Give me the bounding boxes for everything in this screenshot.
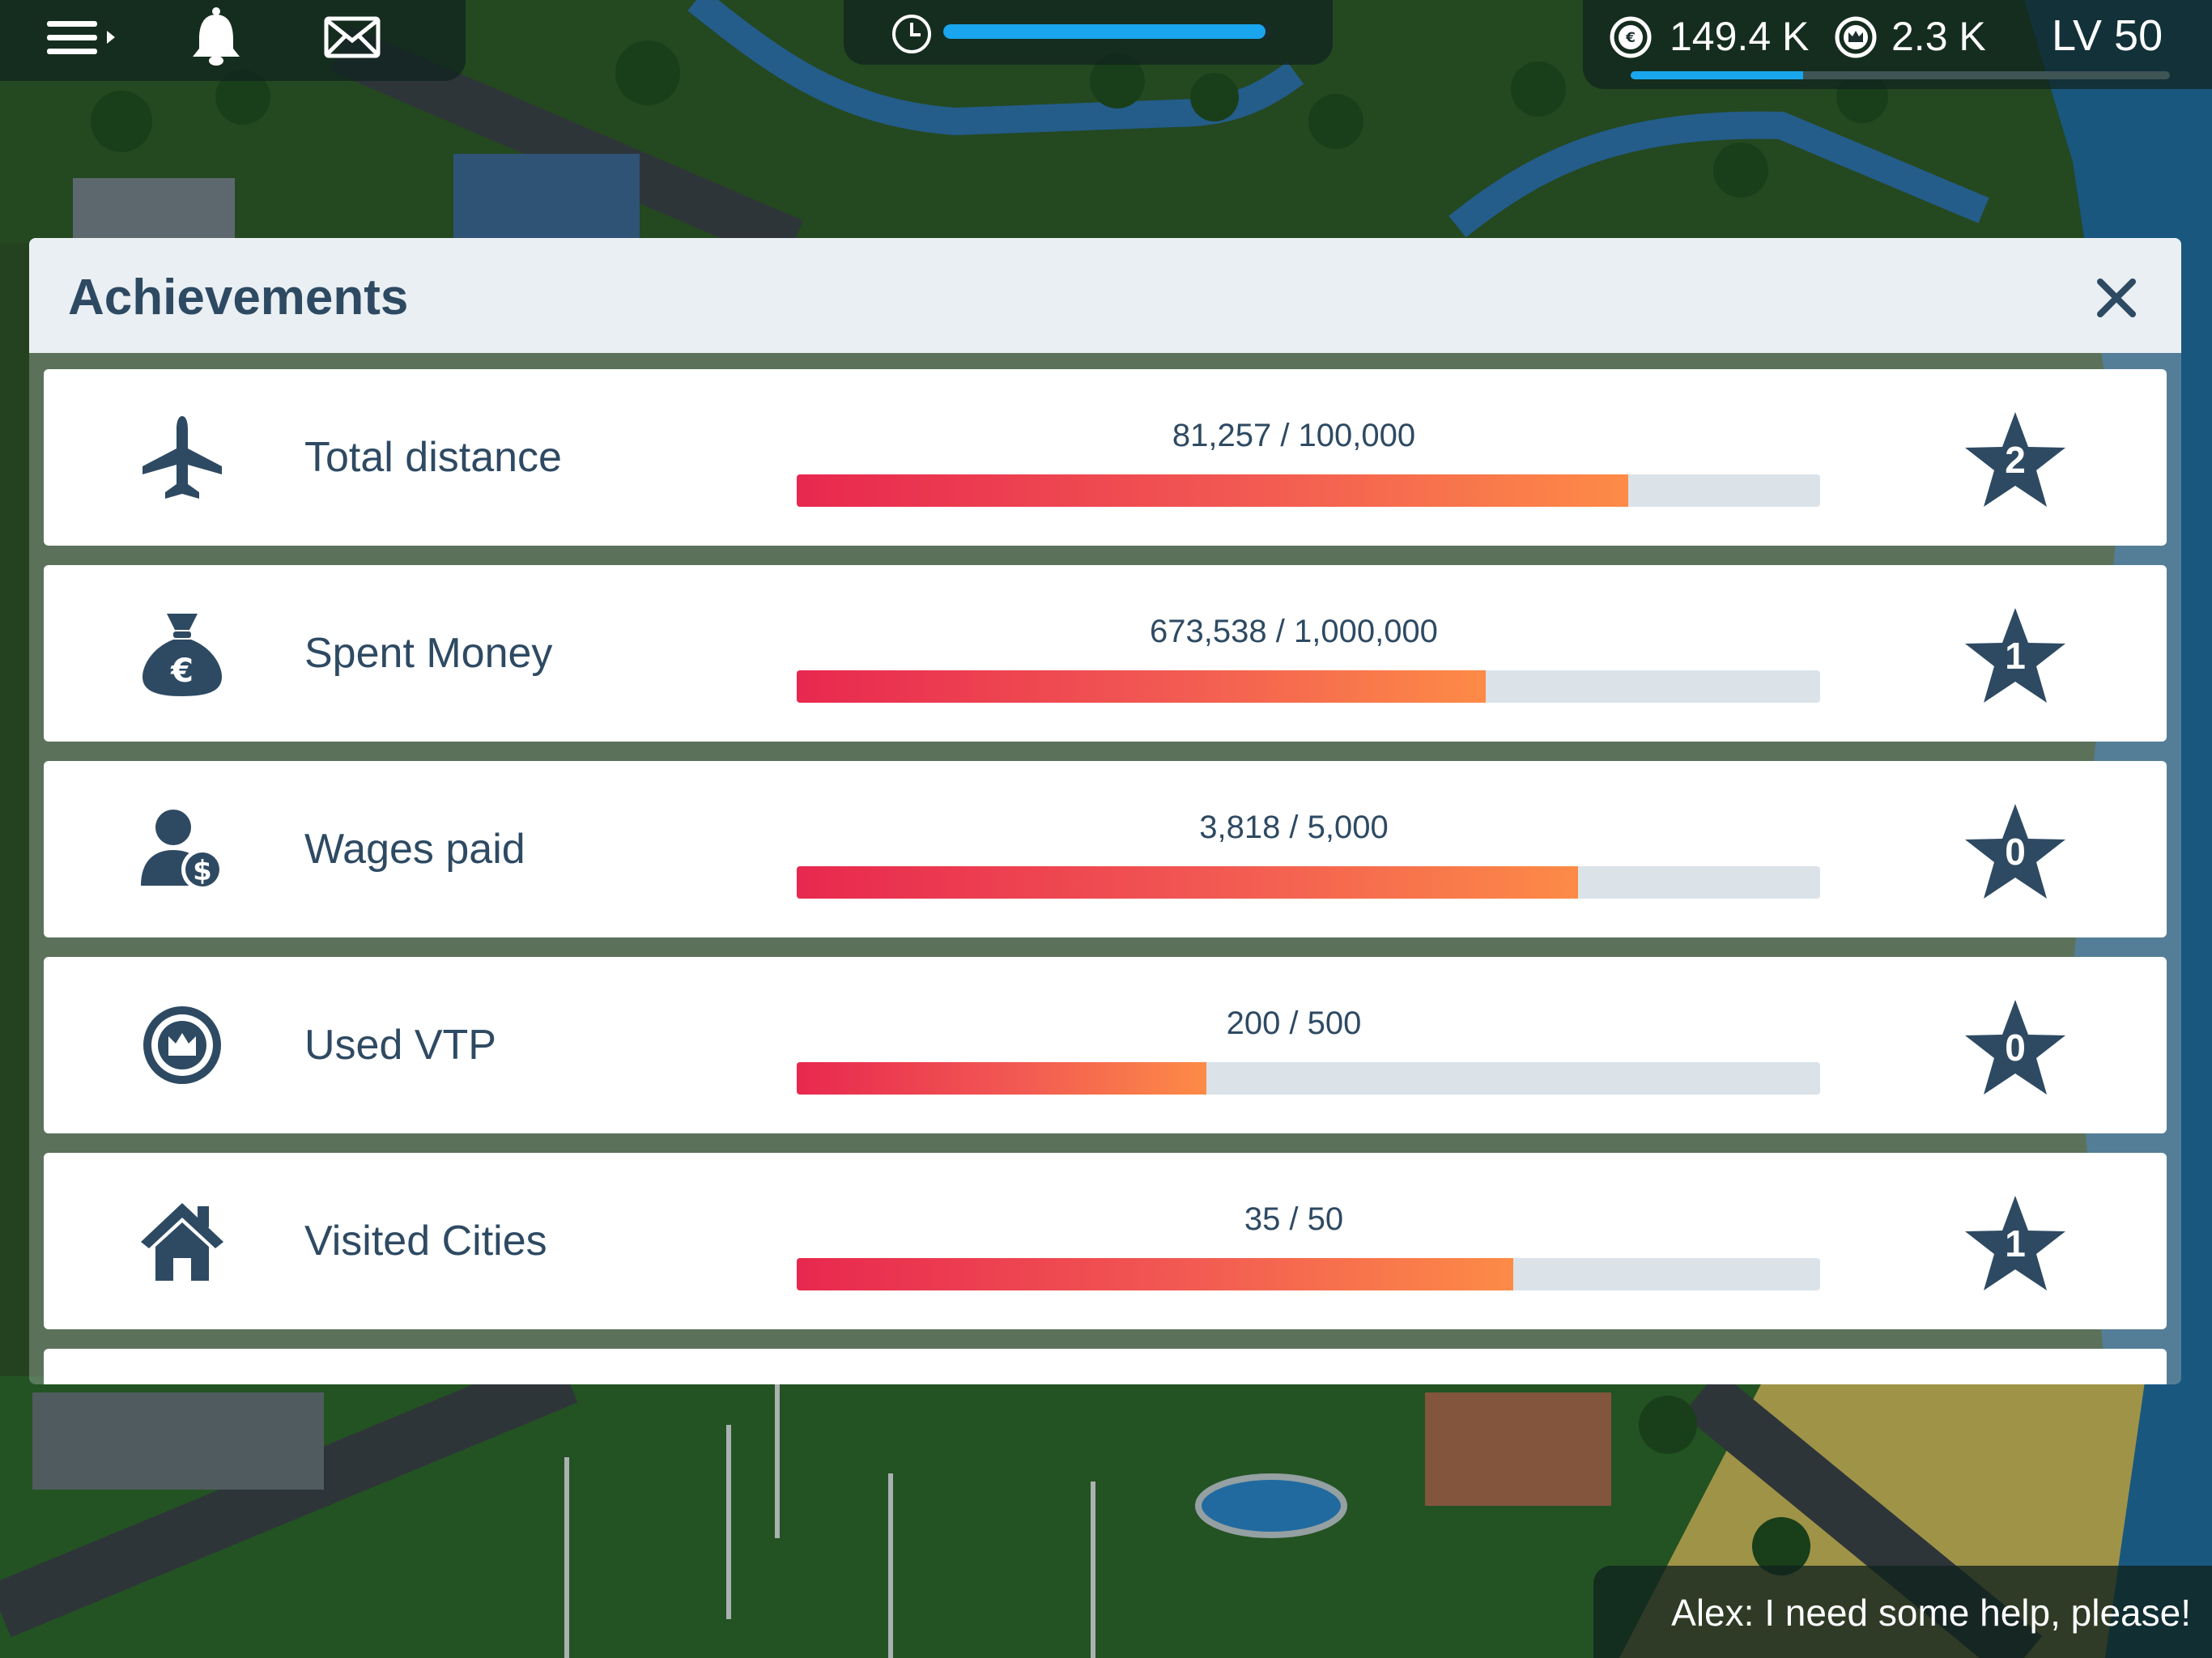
achievement-row-spent-money: € Spent Money 673,538 / 1,000,000 1 bbox=[44, 565, 2167, 742]
achievement-label: Spent Money bbox=[304, 630, 553, 677]
house-icon bbox=[141, 1203, 223, 1281]
bell-icon[interactable] bbox=[189, 6, 243, 66]
star-count: 1 bbox=[2005, 1222, 2026, 1265]
achievement-progress-text: 673,538 / 1,000,000 bbox=[1150, 614, 1438, 649]
achievement-label: Used VTP bbox=[304, 1022, 496, 1069]
dialog-header: Achievements bbox=[29, 238, 2181, 353]
achievements-dialog: Achievements Total distance 81,257 / 100… bbox=[29, 238, 2181, 1384]
star-count: 2 bbox=[2005, 439, 2026, 481]
achievement-progress-text: 81,257 / 100,000 bbox=[1172, 418, 1416, 453]
achievement-label: Wages paid bbox=[304, 826, 525, 873]
euro-coin-icon[interactable]: € bbox=[1610, 16, 1652, 58]
player-level: LV 50 bbox=[2052, 11, 2163, 60]
achievements-list[interactable]: Total distance 81,257 / 100,000 2 € Spen… bbox=[44, 369, 2167, 1384]
chat-message-text: Alex: I need some help, please! bbox=[1671, 1592, 2191, 1634]
euro-currency-value: 149.4 K bbox=[1670, 14, 1810, 59]
svg-text:$: $ bbox=[193, 855, 212, 887]
star-count: 0 bbox=[2005, 1027, 2026, 1069]
achievement-progress-fill bbox=[797, 474, 1629, 507]
achievement-row-wages-paid: $ Wages paid 3,818 / 5,000 0 bbox=[44, 761, 2167, 937]
dialog-title: Achievements bbox=[68, 270, 409, 325]
achievement-progress-text: 35 / 50 bbox=[1244, 1201, 1344, 1237]
achievement-progress-bar bbox=[797, 474, 1820, 507]
achievement-row-partial bbox=[44, 1349, 2167, 1384]
xp-progress-bar bbox=[1631, 71, 2170, 79]
achievement-progress-bar bbox=[797, 1062, 1820, 1095]
crown-coin-icon bbox=[143, 1006, 221, 1084]
money-bag-icon: € bbox=[143, 614, 222, 696]
achievement-star-badge: 0 bbox=[1963, 801, 2068, 903]
achievement-row-total-distance: Total distance 81,257 / 100,000 2 bbox=[44, 369, 2167, 546]
svg-text:€: € bbox=[1625, 30, 1636, 46]
achievement-progress-fill bbox=[797, 866, 1579, 899]
achievement-progress-fill bbox=[797, 1062, 1206, 1095]
achievement-progress-text: 200 / 500 bbox=[1226, 1005, 1362, 1041]
timer-progress-bar bbox=[943, 24, 1272, 39]
clock-icon bbox=[892, 15, 931, 53]
achievement-star-badge: 1 bbox=[1963, 606, 2068, 708]
chat-message-panel[interactable]: Alex: I need some help, please! bbox=[1593, 1566, 2212, 1658]
achievement-row-visited-cities: Visited Cities 35 / 50 1 bbox=[44, 1153, 2167, 1329]
achievement-star-badge: 2 bbox=[1963, 410, 2068, 512]
achievement-label: Total distance bbox=[304, 434, 562, 481]
star-count: 0 bbox=[2005, 831, 2026, 873]
achievement-progress-text: 3,818 / 5,000 bbox=[1199, 810, 1389, 845]
achievement-progress-bar bbox=[797, 670, 1820, 703]
svg-text:€: € bbox=[170, 653, 194, 690]
timer-progress-fill bbox=[943, 24, 1266, 39]
achievement-progress-bar bbox=[797, 866, 1820, 899]
star-count: 1 bbox=[2005, 635, 2026, 677]
achievement-progress-fill bbox=[797, 1258, 1513, 1290]
achievement-progress-fill bbox=[797, 670, 1487, 703]
achievement-star-badge: 0 bbox=[1963, 997, 2068, 1099]
achievement-label: Visited Cities bbox=[304, 1218, 547, 1265]
menu-icon[interactable] bbox=[47, 18, 120, 57]
vtp-currency-value: 2.3 K bbox=[1891, 14, 1986, 59]
mail-icon[interactable] bbox=[324, 16, 381, 58]
achievement-progress-bar bbox=[797, 1258, 1820, 1290]
close-icon[interactable] bbox=[2084, 266, 2149, 330]
xp-progress-fill bbox=[1631, 71, 1804, 79]
achievement-row-used-vtp: Used VTP 200 / 500 0 bbox=[44, 957, 2167, 1133]
airplane-icon bbox=[143, 416, 222, 499]
wage-worker-icon: $ bbox=[141, 810, 223, 891]
crown-coin-icon[interactable] bbox=[1835, 16, 1877, 58]
achievement-star-badge: 1 bbox=[1963, 1193, 2068, 1295]
